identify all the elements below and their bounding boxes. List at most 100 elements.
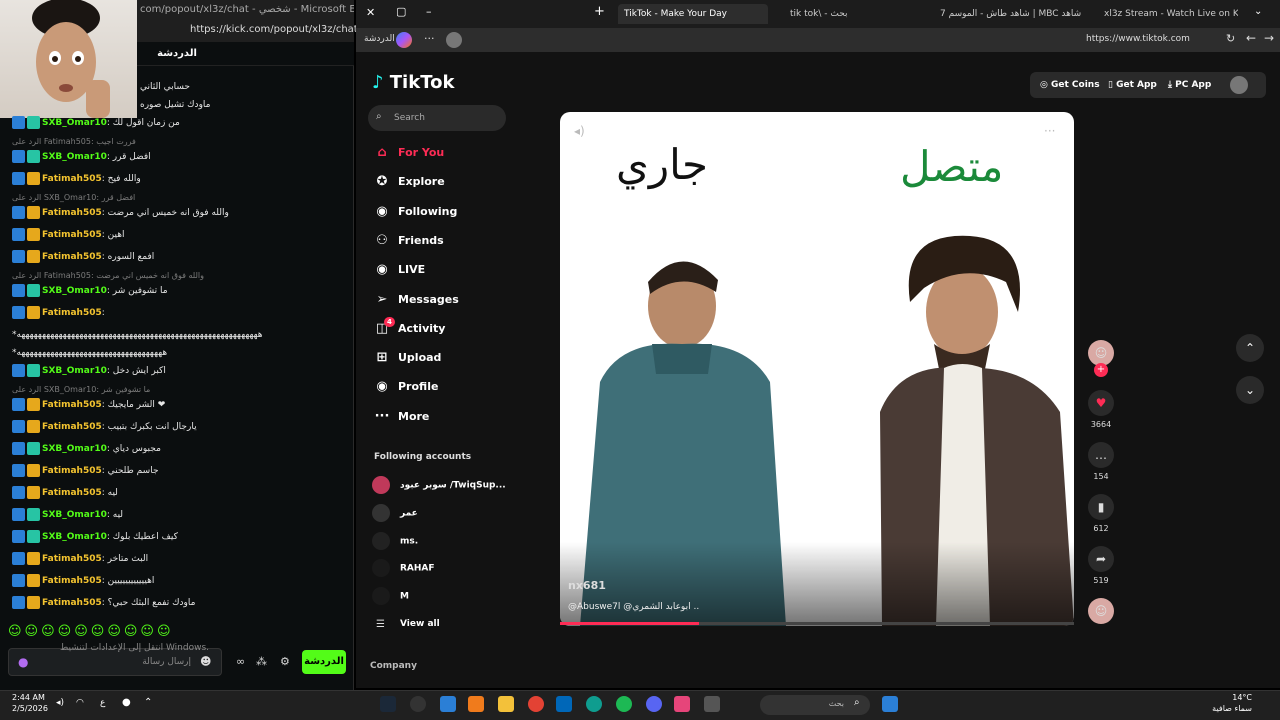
- infinity-icon[interactable]: ∞: [236, 655, 245, 668]
- nav-item-live[interactable]: ◉ LIVE: [374, 260, 425, 280]
- tab-kick[interactable]: xl3z Stream - Watch Live on Kick: [1098, 4, 1238, 24]
- following-account[interactable]: RAHAF: [372, 559, 435, 578]
- copilot-icon[interactable]: [396, 32, 412, 48]
- nav-item-for-you[interactable]: ⌂ For You: [374, 143, 444, 163]
- chat-send-button[interactable]: الدردشة: [302, 650, 346, 674]
- chat-username[interactable]: SXB_Omar10: [42, 366, 107, 376]
- mic-tray-icon[interactable]: ●: [122, 697, 131, 708]
- chat-username[interactable]: Fatimah505: [42, 466, 102, 476]
- next-video-chevron-down-icon[interactable]: ⌄: [1236, 376, 1264, 404]
- previous-video-chevron-up-icon[interactable]: ⌃: [1236, 334, 1264, 362]
- volume-tray-icon[interactable]: ◂): [56, 698, 64, 708]
- save-button[interactable]: ▮ 612: [1088, 494, 1114, 533]
- new-tab-icon[interactable]: +: [594, 4, 605, 19]
- nav-item-explore[interactable]: ✪ Explore: [374, 172, 445, 192]
- chat-username[interactable]: Fatimah505: [42, 230, 102, 240]
- spotify-icon[interactable]: [616, 696, 632, 712]
- tab-search[interactable]: tik tok\ - بحث: [784, 4, 924, 24]
- chat-username[interactable]: Fatimah505: [42, 488, 102, 498]
- nav-label: Upload: [398, 351, 442, 365]
- video-more-icon[interactable]: ···: [1044, 124, 1055, 138]
- chat-username[interactable]: SXB_Omar10: [42, 286, 107, 296]
- profile-label[interactable]: الدردشة: [364, 34, 395, 44]
- wifi-icon[interactable]: ◠: [76, 698, 84, 708]
- app-store-icon[interactable]: [440, 696, 456, 712]
- nav-item-following[interactable]: ◉ Following: [374, 202, 457, 222]
- app-dark-icon[interactable]: [704, 696, 720, 712]
- nav-item-more[interactable]: ··· More: [374, 407, 430, 427]
- following-account[interactable]: عمر: [372, 503, 418, 522]
- tab-shahid[interactable]: شاهد طاش - الموسم 7 | MBC شاهد: [934, 4, 1094, 24]
- share-button[interactable]: ➦ 519: [1088, 546, 1114, 585]
- video-caption[interactable]: @Abuswe7l @ابوعابد الشمري ..: [568, 602, 699, 612]
- search-input[interactable]: Search: [368, 105, 506, 131]
- nav-item-upload[interactable]: ⊞ Upload: [374, 348, 442, 368]
- sound-disc[interactable]: ☺: [1088, 598, 1114, 628]
- taskbar-clock[interactable]: 2:44 AM 2/5/2026: [12, 692, 48, 714]
- chat-username[interactable]: Fatimah505: [42, 174, 102, 184]
- user-avatar[interactable]: [1230, 76, 1248, 94]
- nav-label: Profile: [398, 380, 439, 394]
- chat-username[interactable]: Fatimah505: [42, 252, 102, 262]
- pc-app-button[interactable]: ⤓ PC App: [1168, 80, 1211, 90]
- chat-username[interactable]: Fatimah505: [42, 576, 102, 586]
- edge-icon[interactable]: [586, 696, 602, 712]
- windows-start-icon[interactable]: [882, 696, 898, 712]
- nav-item-friends[interactable]: ⚇ Friends: [374, 231, 444, 251]
- microphone-icon[interactable]: ●: [18, 655, 28, 669]
- comment-button[interactable]: … 154: [1088, 442, 1114, 481]
- chat-username[interactable]: SXB_Omar10: [42, 532, 107, 542]
- get-app-button[interactable]: ▯ Get App: [1108, 80, 1157, 90]
- chat-username[interactable]: Fatimah505: [42, 554, 102, 564]
- store-icon[interactable]: [556, 696, 572, 712]
- file-explorer-icon[interactable]: [498, 696, 514, 712]
- back-icon[interactable]: ←: [1246, 31, 1256, 45]
- following-account[interactable]: سوبر عبود /TwiqSup...: [372, 476, 506, 494]
- refresh-icon[interactable]: ↻: [1226, 32, 1235, 45]
- tiktok-logo[interactable]: ♪ TikTok: [372, 72, 454, 93]
- chat-username[interactable]: Fatimah505: [42, 208, 102, 218]
- chat-username[interactable]: SXB_Omar10: [42, 510, 107, 520]
- account-avatar-icon[interactable]: [446, 32, 462, 48]
- maximize-icon[interactable]: ▢: [396, 5, 406, 18]
- view-all-link[interactable]: View all: [400, 619, 440, 629]
- get-coins-button[interactable]: ◎ Get Coins: [1040, 80, 1100, 90]
- tab-list-chevron-icon[interactable]: ⌄: [1254, 6, 1262, 17]
- nav-item-messages[interactable]: ➢ Messages: [374, 290, 459, 310]
- app-a-icon[interactable]: [468, 696, 484, 712]
- close-window-icon[interactable]: ✕: [366, 6, 375, 19]
- follow-plus-icon[interactable]: +: [1094, 363, 1108, 377]
- language-indicator[interactable]: ع: [100, 698, 105, 708]
- chat-username[interactable]: Fatimah505: [42, 400, 102, 410]
- settings-gear-icon[interactable]: ⚙: [280, 655, 290, 668]
- company-heading[interactable]: Company: [370, 661, 417, 671]
- chat-username[interactable]: Fatimah505: [42, 308, 102, 318]
- url-field[interactable]: https://www.tiktok.com: [1086, 34, 1190, 44]
- nav-item-activity[interactable]: ◫ Activity 4: [374, 316, 445, 339]
- minimize-icon[interactable]: –: [426, 5, 432, 18]
- chat-username[interactable]: SXB_Omar10: [42, 444, 107, 454]
- tray-chevron-icon[interactable]: ⌃: [144, 697, 152, 708]
- discord-icon[interactable]: [646, 696, 662, 712]
- steam-icon[interactable]: [380, 696, 396, 712]
- nav-item-profile[interactable]: ◉ Profile: [374, 377, 438, 397]
- following-account[interactable]: ms.: [372, 531, 418, 550]
- app-icon[interactable]: [410, 696, 426, 712]
- volume-icon[interactable]: ◂): [574, 124, 585, 138]
- following-account[interactable]: M: [372, 587, 409, 606]
- chat-username[interactable]: Fatimah505: [42, 422, 102, 432]
- tab-tiktok[interactable]: TikTok - Make Your Day: [618, 4, 768, 24]
- chrome-icon[interactable]: [528, 696, 544, 712]
- emoji-icon[interactable]: ☻: [200, 655, 211, 668]
- emote-bar[interactable]: ☺☺☺☺☺☺☺☺☺☺: [8, 624, 224, 642]
- chat-username[interactable]: SXB_Omar10: [42, 118, 107, 128]
- forward-icon[interactable]: →: [1264, 31, 1274, 45]
- badges-icon[interactable]: ⁂: [256, 655, 267, 668]
- app-colorful-icon[interactable]: [674, 696, 690, 712]
- chat-username[interactable]: SXB_Omar10: [42, 152, 107, 162]
- weather-widget[interactable]: 14°C سماء صافية: [1206, 692, 1252, 714]
- more-dots-icon[interactable]: ···: [424, 32, 435, 45]
- chat-username[interactable]: Fatimah505: [42, 598, 102, 608]
- like-button[interactable]: ♥ 3664: [1088, 390, 1114, 429]
- video-author[interactable]: nx681: [568, 579, 606, 592]
